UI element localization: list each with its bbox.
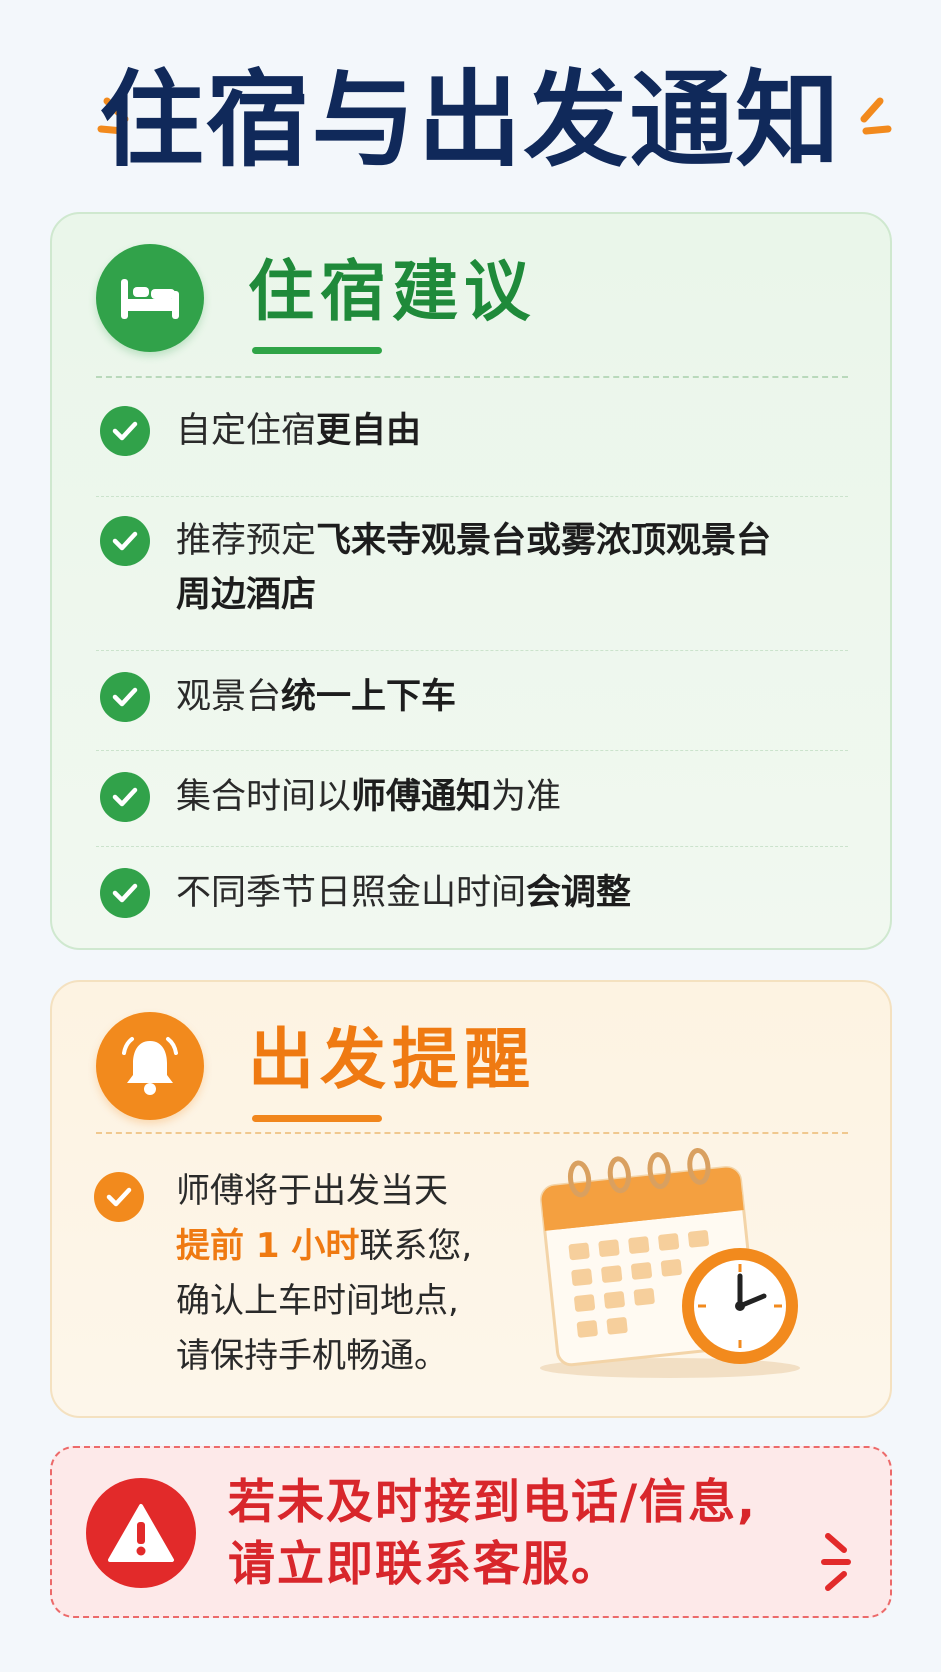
- divider: [96, 750, 848, 751]
- departure-card: 出发提醒 师傅将于出发当天 提前 1 小时联系您, 确认上车时间地点, 请保持手…: [50, 980, 892, 1418]
- item-text: 自定住宿更自由: [176, 411, 422, 451]
- warning-line: 若未及时接到电话/信息,: [228, 1475, 758, 1530]
- warning-message: 若未及时接到电话/信息, 请立即联系客服。: [228, 1472, 788, 1596]
- bed-icon: [96, 244, 204, 352]
- check-icon: [100, 868, 150, 918]
- item-text: 不同季节日照金山时间会调整: [176, 873, 632, 913]
- list-item: 集合时间以师傅通知为准: [100, 770, 860, 824]
- list-item: 观景台统一上下车: [100, 670, 860, 724]
- warning-line: 请立即联系客服。: [228, 1537, 620, 1592]
- item-text: 集合时间以师傅通知为准: [176, 777, 562, 817]
- check-icon: [100, 772, 150, 822]
- divider: [96, 1132, 848, 1134]
- check-icon: [100, 516, 150, 566]
- list-item: 推荐预定飞来寺观景台或雾浓顶观景台周边酒店: [100, 514, 860, 622]
- check-icon: [100, 672, 150, 722]
- bell-icon: [96, 1012, 204, 1120]
- departure-title: 出发提醒: [248, 1021, 536, 1098]
- accommodation-title: 住宿建议: [248, 253, 536, 330]
- calendar-clock-icon: [540, 1147, 800, 1378]
- accommodation-card: 住宿建议 自定住宿更自由 推荐预定飞来寺观景台或雾浓顶观景台周边酒店 观景台统一…: [50, 212, 892, 950]
- list-item: 不同季节日照金山时间会调整: [100, 866, 860, 920]
- check-icon: [94, 1172, 144, 1222]
- list-item: 自定住宿更自由: [100, 404, 860, 458]
- notice-page: 住宿与出发通知 住宿建议 自定住宿更自由 推荐预定飞来寺观景台或雾浓顶观景台周边…: [0, 0, 941, 1672]
- check-icon: [100, 406, 150, 456]
- sparkle-icon: [821, 1533, 851, 1591]
- accommodation-underline: [252, 347, 382, 354]
- page-title: 住宿与出发通知: [99, 59, 842, 181]
- sparkle-right-icon: [860, 97, 892, 135]
- item-text: 推荐预定飞来寺观景台或雾浓顶观景台周边酒店: [176, 521, 772, 615]
- divider: [96, 846, 848, 847]
- divider: [96, 496, 848, 497]
- item-text: 观景台统一上下车: [176, 677, 457, 717]
- warning-card: 若未及时接到电话/信息, 请立即联系客服。: [50, 1446, 892, 1618]
- departure-underline: [252, 1115, 382, 1122]
- divider: [96, 650, 848, 651]
- divider: [96, 376, 848, 378]
- warning-icon: [86, 1478, 196, 1588]
- title-row: 住宿与出发通知: [0, 55, 941, 185]
